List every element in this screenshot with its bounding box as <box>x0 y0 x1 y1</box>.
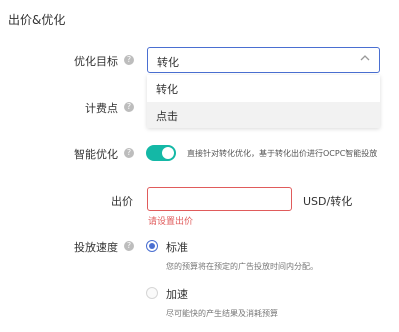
speed-option-standard-title[interactable]: 标准 <box>166 239 188 255</box>
help-icon[interactable]: ? <box>124 241 134 251</box>
dropdown-option-conversion[interactable]: 转化 <box>147 75 380 101</box>
speed-option-standard-desc: 您的预算将在预定的广告投放时间内分配。 <box>166 262 318 271</box>
optimization-target-value: 转化 <box>157 56 179 69</box>
smart-optimization-toggle[interactable] <box>146 145 176 161</box>
billing-point-label: 计费点 <box>85 102 118 115</box>
radio-standard[interactable] <box>146 240 158 252</box>
bid-input[interactable] <box>147 187 292 211</box>
smart-optimization-description: 直接针对转化优化，基于转化出价进行OCPC智能投放 <box>187 149 378 158</box>
chevron-up-icon <box>360 55 370 61</box>
help-icon[interactable]: ? <box>124 55 134 65</box>
bid-unit: USD/转化 <box>303 195 353 208</box>
speed-option-accelerated-title[interactable]: 加速 <box>166 286 188 302</box>
optimization-target-label: 优化目标 <box>74 55 118 68</box>
delivery-speed-label: 投放速度 <box>74 241 118 254</box>
section-title: 出价&优化 <box>8 13 66 27</box>
bid-label: 出价 <box>111 195 133 208</box>
dropdown-option-click[interactable]: 点击 <box>147 102 380 128</box>
speed-option-accelerated-desc: 尽可能快的产生结果及消耗预算 <box>166 309 278 318</box>
optimization-target-select[interactable]: 转化 <box>147 47 380 73</box>
smart-optimization-label: 智能优化 <box>74 148 118 161</box>
radio-dot <box>149 243 155 249</box>
help-icon[interactable]: ? <box>124 148 134 158</box>
help-icon[interactable]: ? <box>124 102 134 112</box>
radio-accelerated[interactable] <box>146 287 158 299</box>
toggle-knob <box>162 147 174 159</box>
bid-error-message: 请设置出价 <box>148 217 194 227</box>
optimization-target-dropdown: 转化 点击 <box>147 75 380 128</box>
